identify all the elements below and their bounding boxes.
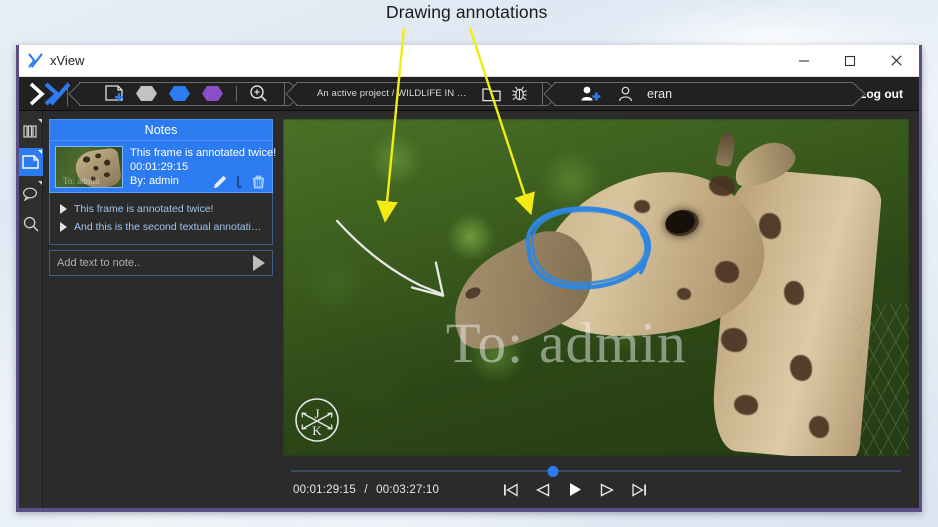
seek-knob[interactable] xyxy=(547,466,559,477)
seek-progress xyxy=(291,470,554,472)
transport-row: 00:01:29:15 / 00:03:27:10 xyxy=(285,482,907,497)
sidebar-item-search[interactable] xyxy=(19,210,43,238)
add-note-input[interactable] xyxy=(57,257,253,269)
add-note-row[interactable] xyxy=(49,250,273,276)
note-card[interactable]: To: admin This frame is annotated twice!… xyxy=(49,141,277,193)
user-group: eran xyxy=(542,81,866,106)
seek-bar[interactable] xyxy=(291,466,901,477)
user-icon xyxy=(618,86,633,102)
sidebar-item-library[interactable] xyxy=(19,117,43,145)
note-title: This frame is annotated twice! xyxy=(130,147,277,159)
reply-text: And this is the second textual annotatio… xyxy=(74,221,262,233)
magnifier-plus-icon[interactable] xyxy=(249,84,268,103)
hexagon-icon-gray[interactable] xyxy=(135,85,158,102)
sidebar-item-comments[interactable] xyxy=(19,179,43,207)
bug-icon[interactable] xyxy=(511,85,528,102)
drawing-annotations-overlay[interactable] xyxy=(283,119,909,456)
icon-rail xyxy=(18,111,43,508)
library-icon xyxy=(22,125,37,138)
marker-note-button[interactable] xyxy=(236,175,243,189)
minimize-button[interactable] xyxy=(781,45,827,76)
note-meta: This frame is annotated twice! 00:01:29:… xyxy=(130,146,277,189)
close-button[interactable] xyxy=(873,45,919,76)
toolbar-divider xyxy=(236,85,237,102)
edit-note-button[interactable] xyxy=(213,175,227,189)
chevron-cap-left xyxy=(542,81,557,106)
caret-icon xyxy=(37,119,42,123)
note-replies: This frame is annotated twice! And this … xyxy=(49,193,273,245)
transport-bar: 00:01:29:15 / 00:03:27:10 xyxy=(283,456,909,508)
x-logo-icon xyxy=(28,53,43,68)
expand-caret-icon xyxy=(60,222,67,232)
main-toolbar: An active project / WILDLIFE IN 4K (ULT.… xyxy=(19,77,919,111)
breadcrumb[interactable]: An active project / WILDLIFE IN 4K (ULT.… xyxy=(317,88,469,99)
send-triangle-icon[interactable] xyxy=(253,255,265,271)
step-forward-icon[interactable] xyxy=(600,482,614,497)
expand-caret-icon xyxy=(60,204,67,214)
notes-page-icon xyxy=(22,155,39,169)
list-item[interactable]: This frame is annotated twice! xyxy=(54,200,268,218)
comment-icon xyxy=(22,187,38,201)
project-group: An active project / WILDLIFE IN 4K (ULT.… xyxy=(284,81,561,106)
caret-icon xyxy=(37,181,42,185)
caret-icon xyxy=(37,150,42,154)
note-plus-icon[interactable] xyxy=(105,85,125,102)
window-title: xView xyxy=(50,53,85,68)
current-time: 00:01:29:15 xyxy=(293,483,356,496)
transport-buttons xyxy=(503,482,647,497)
hexagon-icon-blue[interactable] xyxy=(168,85,191,102)
player-area: To: admin J K 00:01:29:15 / 00:03:27:10 xyxy=(279,111,919,508)
chevron-cap-left xyxy=(67,81,82,106)
list-item[interactable]: And this is the second textual annotatio… xyxy=(54,218,268,236)
time-separator: / xyxy=(364,483,368,496)
note-thumbnail[interactable]: To: admin xyxy=(55,146,123,188)
callout-label: Drawing annotations xyxy=(386,2,548,22)
time-display: 00:01:29:15 / 00:03:27:10 xyxy=(293,484,439,496)
total-time: 00:03:27:10 xyxy=(376,483,440,496)
skip-to-start-icon[interactable] xyxy=(503,482,518,497)
search-icon xyxy=(23,216,39,232)
chevron-cap-right xyxy=(852,81,866,106)
white-arrow-annotation xyxy=(335,219,443,295)
window-controls xyxy=(781,45,919,76)
maximize-button[interactable] xyxy=(827,45,873,76)
note-timecode: 00:01:29:15 xyxy=(130,161,189,173)
sidebar-item-notes[interactable] xyxy=(18,148,43,176)
user-name: eran xyxy=(647,86,673,101)
delete-note-button[interactable] xyxy=(252,175,265,189)
title-bar: xView xyxy=(19,45,919,77)
notes-panel: Notes To: admin This frame is annotated … xyxy=(43,111,279,508)
chevron-cap-left xyxy=(284,81,299,106)
reply-text: This frame is annotated twice! xyxy=(74,203,214,215)
play-icon[interactable] xyxy=(568,482,582,497)
step-backward-icon[interactable] xyxy=(536,482,550,497)
notes-panel-header: Notes xyxy=(49,119,273,141)
thumbnail-watermark: To: admin xyxy=(63,176,100,186)
hexagon-icon-purple[interactable] xyxy=(201,85,224,102)
video-frame[interactable]: To: admin J K xyxy=(283,119,909,456)
tools-group xyxy=(67,81,303,106)
application-window: xView An active project / WILDLIFE IN 4K… xyxy=(16,45,922,512)
main-body: Notes To: admin This frame is annotated … xyxy=(18,111,919,508)
add-user-icon[interactable] xyxy=(580,85,601,102)
folder-icon[interactable] xyxy=(482,86,501,102)
skip-to-end-icon[interactable] xyxy=(632,482,647,497)
